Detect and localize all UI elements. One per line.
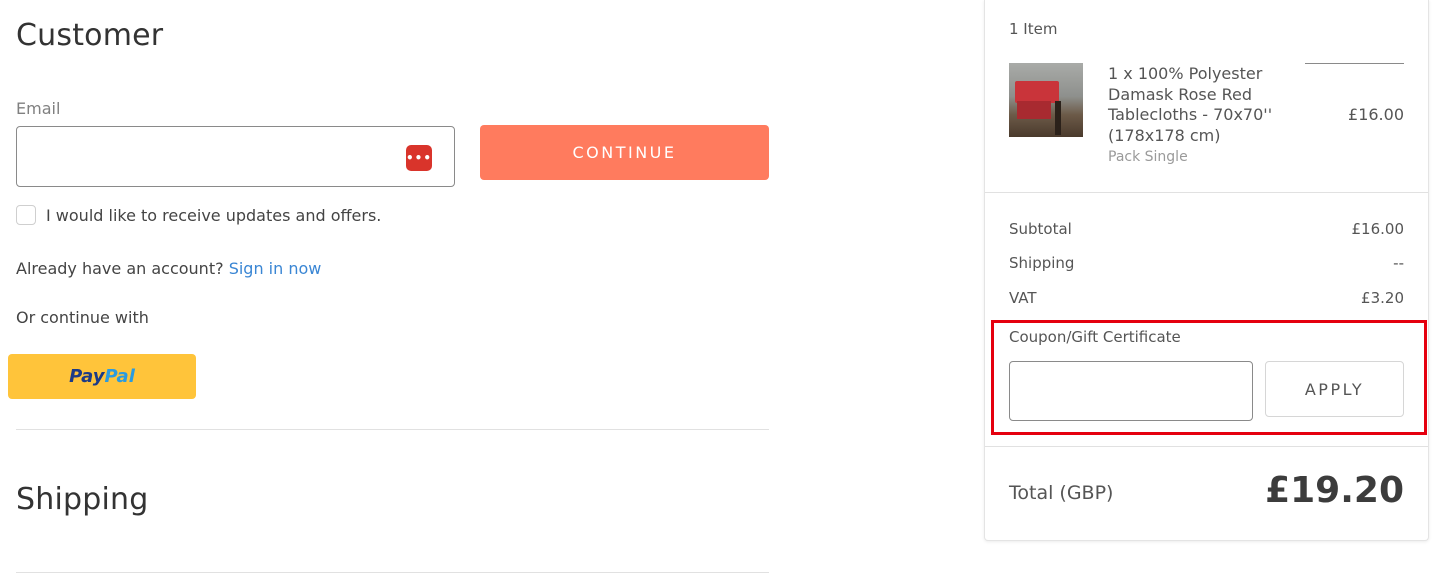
shipping-label: Shipping — [1009, 254, 1075, 272]
coupon-label: Coupon/Gift Certificate — [1009, 328, 1181, 346]
account-prompt-text: Already have an account? — [16, 259, 224, 278]
summary-divider-1 — [985, 192, 1428, 193]
thumbnail-cloth — [1015, 81, 1059, 103]
paypal-logo-part1: Pay — [69, 366, 105, 387]
subtotal-value: £16.00 — [1351, 220, 1405, 238]
apply-coupon-button[interactable]: APPLY — [1265, 361, 1404, 417]
item-count: 1 Item — [1009, 20, 1058, 38]
sign-in-link[interactable]: Sign in now — [229, 259, 322, 278]
price-rule — [1305, 63, 1404, 64]
section-divider — [16, 429, 769, 430]
paypal-button[interactable]: PayPal — [8, 354, 196, 399]
customer-heading: Customer — [16, 18, 164, 53]
updates-checkbox[interactable] — [16, 205, 36, 225]
updates-label[interactable]: I would like to receive updates and offe… — [46, 206, 381, 225]
email-field[interactable]: ••• — [16, 126, 455, 187]
vat-value: £3.20 — [1361, 289, 1404, 307]
summary-divider-2 — [985, 446, 1428, 447]
product-variant: Pack Single — [1108, 149, 1188, 165]
coupon-input[interactable] — [1009, 361, 1253, 421]
continue-button[interactable]: CONTINUE — [480, 125, 769, 180]
total-value: £19.20 — [1265, 470, 1404, 511]
product-name: 1 x 100% Polyester Damask Rose Red Table… — [1108, 64, 1273, 145]
thumbnail-table-leg — [1055, 101, 1061, 135]
email-label: Email — [16, 99, 61, 118]
product-price: £16.00 — [1348, 105, 1404, 124]
subtotal-label: Subtotal — [1009, 220, 1072, 238]
paypal-logo: PayPal — [69, 366, 135, 387]
shipping-heading: Shipping — [16, 482, 149, 517]
thumbnail-drape — [1017, 101, 1051, 119]
shipping-value: -- — [1393, 254, 1404, 272]
section-divider-bottom — [16, 572, 769, 573]
account-prompt: Already have an account? Sign in now — [16, 259, 321, 278]
vat-label: VAT — [1009, 289, 1037, 307]
or-continue-text: Or continue with — [16, 308, 149, 327]
password-manager-icon[interactable]: ••• — [406, 145, 432, 171]
paypal-logo-part2: Pal — [104, 366, 135, 387]
total-label: Total (GBP) — [1009, 482, 1114, 504]
product-thumbnail — [1009, 63, 1083, 137]
